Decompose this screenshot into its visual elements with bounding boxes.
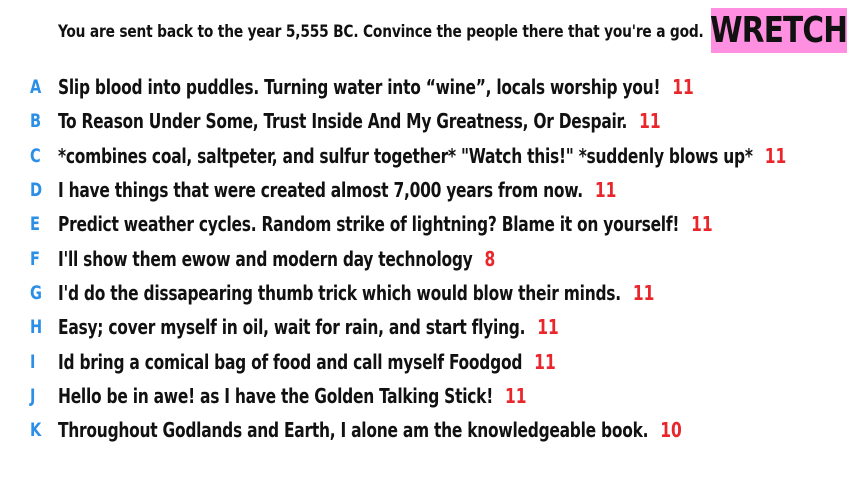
answer-text: Hello be in awe! as I have the Golden Ta… [58,383,493,408]
answer-score: 11 [534,349,556,374]
answer-row-d: D I have things that were created almost… [0,173,853,207]
answer-row-g: G I'd do the dissapearing thumb trick wh… [0,276,853,310]
answer-score: 11 [537,315,559,340]
answer-text: *combines coal, saltpeter, and sulfur to… [58,143,753,168]
answer-text: Id bring a comical bag of food and call … [58,349,523,374]
answer-letter: F [30,247,40,270]
answer-score: 11 [639,109,661,134]
logo-text: WRETCH [710,10,848,51]
answer-text: I have things that were created almost 7… [58,178,583,203]
answer-score: 11 [764,143,787,168]
answer-score: 11 [594,178,617,203]
answer-score: 11 [632,280,655,305]
answer-text: Throughout Godlands and Earth, I alone a… [58,418,649,443]
answer-letter: I [30,350,36,373]
wretch-logo: WRETCH [710,8,848,53]
answer-letter: A [30,76,42,99]
answer-text: Predict weather cycles. Random strike of… [58,212,680,237]
answer-score: 11 [505,383,527,408]
answer-list: A Slip blood into puddles. Turning water… [0,70,853,447]
answer-letter: K [30,419,42,442]
answer-text: I'd do the dissapearing thumb trick whic… [58,280,621,305]
answer-row-h: H Easy; cover myself in oil, wait for ra… [0,310,853,344]
answer-text: I'll show them ewow and modern day techn… [58,246,473,271]
answer-score: 11 [672,75,694,100]
answer-text: Slip blood into puddles. Turning water i… [58,75,661,100]
answer-row-e: E Predict weather cycles. Random strike … [0,207,853,241]
answer-row-k: K Throughout Godlands and Earth, I alone… [0,413,853,447]
answer-score: 10 [660,418,682,443]
answer-row-b: B To Reason Under Some, Trust Inside And… [0,104,853,138]
answer-letter: D [30,179,43,202]
answer-letter: B [30,110,42,133]
answer-score: 8 [484,246,496,271]
answer-letter: H [30,316,43,339]
question-prompt: You are sent back to the year 5,555 BC. … [58,22,704,42]
answer-row-f: F I'll show them ewow and modern day tec… [0,241,853,275]
answer-text: Easy; cover myself in oil, wait for rain… [58,315,526,340]
answer-letter: E [30,213,40,236]
answer-row-c: C *combines coal, saltpeter, and sulfur … [0,139,853,173]
answer-letter: J [30,384,36,407]
answer-row-j: J Hello be in awe! as I have the Golden … [0,379,853,413]
answer-score: 11 [691,212,713,237]
answer-row-i: I Id bring a comical bag of food and cal… [0,344,853,378]
answer-letter: G [30,281,42,304]
answer-letter: C [30,144,41,167]
answer-text: To Reason Under Some, Trust Inside And M… [58,109,628,134]
answer-row-a: A Slip blood into puddles. Turning water… [0,70,853,104]
